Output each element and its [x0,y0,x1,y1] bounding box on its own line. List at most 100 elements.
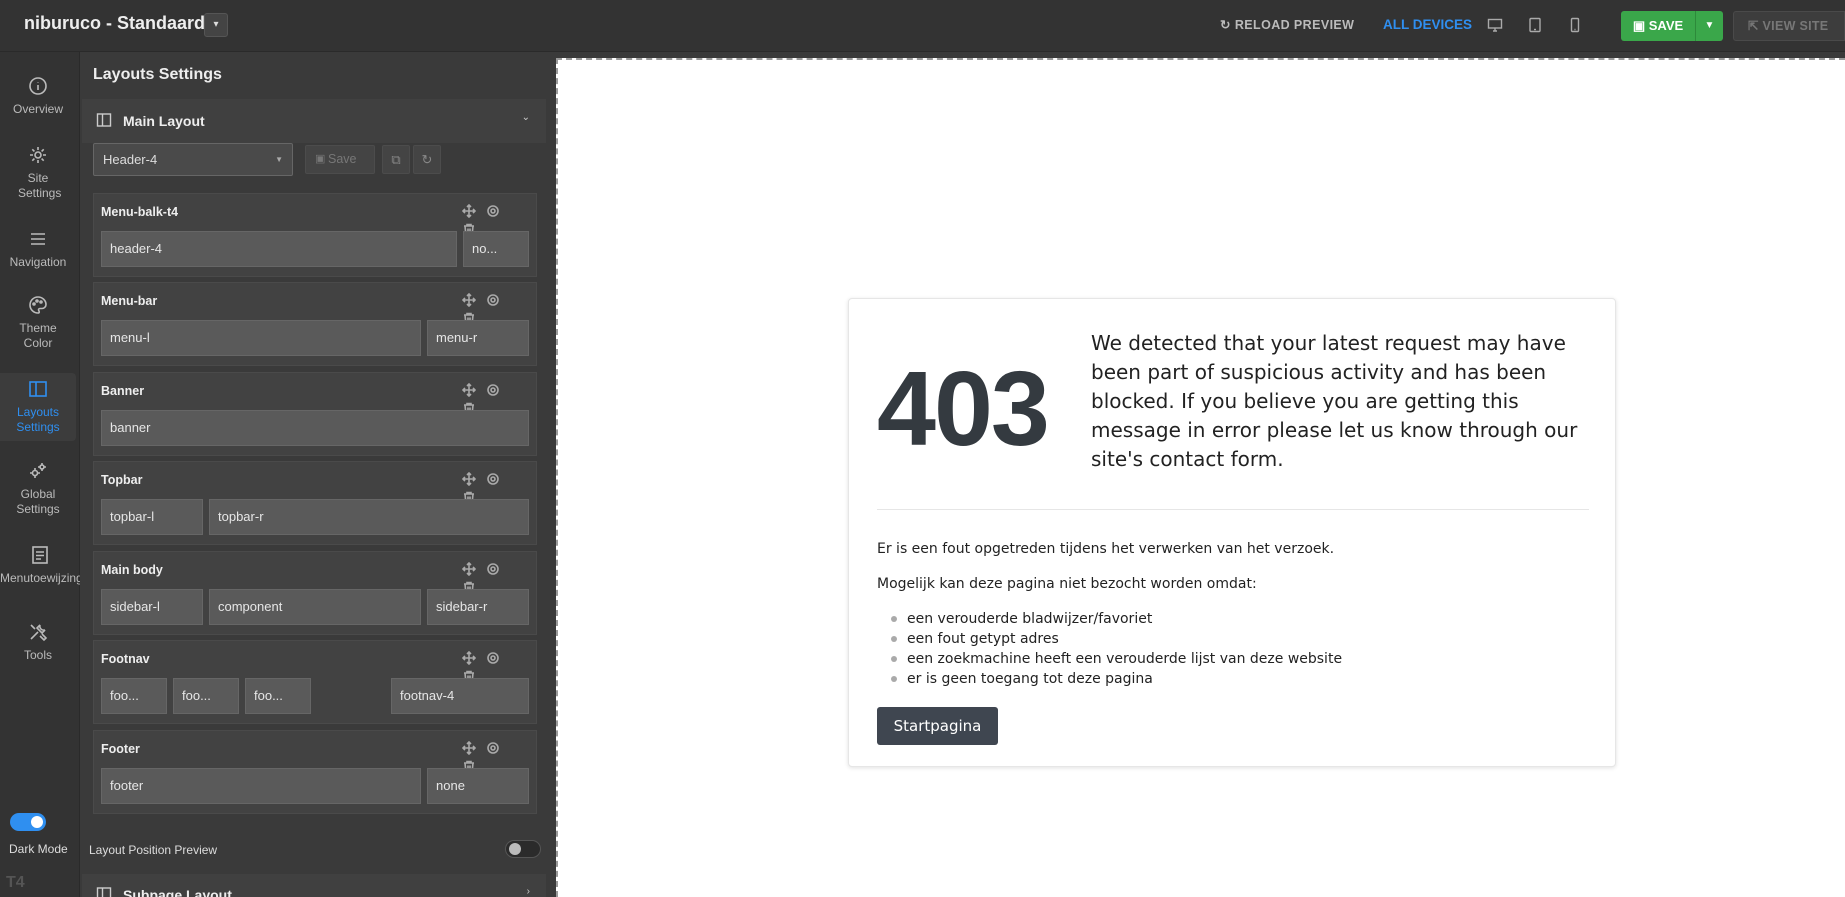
subpage-layout-header[interactable]: Subpage Layout › [82,874,546,897]
sidebar-item-global-settings[interactable]: Global Settings [0,461,76,517]
layout-cell[interactable]: topbar-l [101,499,203,535]
row-actions [454,740,524,774]
dark-mode-label: Dark Mode [9,842,68,856]
layout-position-preview-label: Layout Position Preview [89,843,218,857]
gear-icon[interactable] [486,204,502,220]
layout-position-preview-toggle[interactable] [505,840,541,858]
sidebar-item-label: Menutoewijzing [0,571,83,585]
row-name: Footer [101,742,140,756]
error-paragraph: Mogelijk kan deze pagina niet bezocht wo… [877,576,1257,592]
panel-title: Layouts Settings [93,66,222,83]
layout-select[interactable]: Header-4 ▼ [93,143,293,176]
layout-icon [96,887,112,897]
layout-cell[interactable]: foo... [245,678,311,714]
move-icon[interactable] [461,471,478,488]
row-name: Footnav [101,652,150,666]
refresh-icon[interactable]: ↻ [413,145,441,174]
mobile-icon[interactable] [1567,17,1583,33]
layout-row: Banner banner [93,372,537,456]
layouts-settings-panel: Layouts Settings Main Layout ⌄ Header-4 … [80,52,549,897]
error-card: 403 We detected that your latest request… [848,298,1616,767]
copy-icon[interactable]: ⧉ [382,145,410,174]
sidebar-item-label: Tools [23,648,52,662]
layout-cell[interactable]: banner [101,410,529,446]
reason-list: een verouderde bladwijzer/favoriet een f… [877,610,1342,690]
row-name: Menu-bar [101,294,158,308]
error-paragraph: Er is een fout opgetreden tijdens het ve… [877,541,1335,557]
dark-mode-toggle[interactable] [10,813,46,831]
layout-row: Footer footer none [93,730,537,814]
tools-icon [30,624,48,642]
layout-save-button[interactable]: Save [305,145,375,174]
gears-icon [30,463,46,478]
gear-icon[interactable] [486,293,502,309]
row-name: Topbar [101,473,143,487]
layout-cell[interactable]: footnav-4 [391,678,529,714]
layout-cell[interactable]: menu-r [427,320,529,356]
external-link-icon: ⇱ [1748,19,1763,33]
row-name: Banner [101,384,145,398]
layout-cell[interactable]: foo... [173,678,239,714]
move-icon[interactable] [461,292,478,309]
layout-cell[interactable]: header-4 [101,231,457,267]
row-name: Main body [101,563,163,577]
view-site-button[interactable]: ⇱ VIEW SITE [1733,11,1845,41]
chevron-down-icon: ⌄ [521,112,530,123]
reload-preview-label: RELOAD PREVIEW [1234,18,1355,32]
layout-cell[interactable]: none [427,768,529,804]
top-bar: niburuco - Standaard ▾ ↻ RELOAD PREVIEW A… [0,0,1845,52]
move-icon[interactable] [461,650,478,667]
gear-icon[interactable] [486,651,502,667]
layout-row: Main body sidebar-l component sidebar-r [93,551,537,635]
gear-icon[interactable] [486,383,502,399]
all-devices-button[interactable]: ALL DEVICES [1383,17,1472,32]
list-item: een verouderde bladwijzer/favoriet [877,610,1342,630]
sidebar-item-navigation[interactable]: Navigation [0,229,76,270]
sidebar-item-label: Global Settings [16,487,60,516]
sidebar-item-layouts-settings[interactable]: Layouts Settings [0,373,76,441]
sidebar-item-theme-color[interactable]: Theme Color [0,295,76,351]
sidebar-item-overview[interactable]: Overview [0,76,76,117]
layout-cell[interactable]: sidebar-r [427,589,529,625]
site-switch-dropdown[interactable]: ▾ [204,13,228,37]
move-icon[interactable] [461,203,478,220]
sidebar-item-label: Layouts Settings [16,405,60,434]
move-icon[interactable] [461,740,478,757]
gear-icon[interactable] [486,741,502,757]
sidebar-item-tools[interactable]: Tools [0,622,76,663]
row-actions [454,382,524,416]
sidebar-item-site-settings[interactable]: Site Settings [0,145,76,201]
layout-cell[interactable]: sidebar-l [101,589,203,625]
gear-icon[interactable] [486,562,502,578]
layout-row: Menu-balk-t4 header-4 no... [93,193,537,277]
save-options-dropdown[interactable]: ▼ [1695,11,1723,41]
move-icon[interactable] [461,561,478,578]
main-layout-label: Main Layout [123,113,205,129]
error-message: We detected that your latest request may… [1091,331,1578,471]
layout-cell[interactable]: topbar-r [209,499,529,535]
save-button[interactable]: ▣ SAVE [1621,11,1695,41]
gear-icon[interactable] [486,472,502,488]
view-site-label: VIEW SITE [1762,19,1829,33]
sidebar-rail: Overview Site Settings Navigation Theme … [0,52,83,897]
reload-icon: ↻ [1220,18,1231,32]
layout-cell[interactable]: no... [463,231,529,267]
main-layout-header[interactable]: Main Layout ⌄ [82,99,546,143]
layout-cell[interactable]: foo... [101,678,167,714]
row-actions [454,292,524,326]
home-button[interactable]: Startpagina [877,707,998,745]
desktop-icon[interactable] [1487,17,1503,33]
gear-icon [30,147,46,163]
chevron-down-icon: ▼ [1704,20,1715,31]
layout-cell[interactable]: component [209,589,421,625]
sidebar-item-menutoewijzing[interactable]: Menutoewijzing [0,545,83,586]
reload-preview-button[interactable]: ↻ RELOAD PREVIEW [1220,17,1354,32]
row-actions [454,203,524,237]
layout-cell[interactable]: menu-l [101,320,421,356]
layout-cell[interactable]: footer [101,768,421,804]
chevron-right-icon: › [526,886,530,897]
move-icon[interactable] [461,382,478,399]
layout-icon [96,113,112,127]
row-name: Menu-balk-t4 [101,205,179,219]
tablet-icon[interactable] [1527,17,1543,33]
